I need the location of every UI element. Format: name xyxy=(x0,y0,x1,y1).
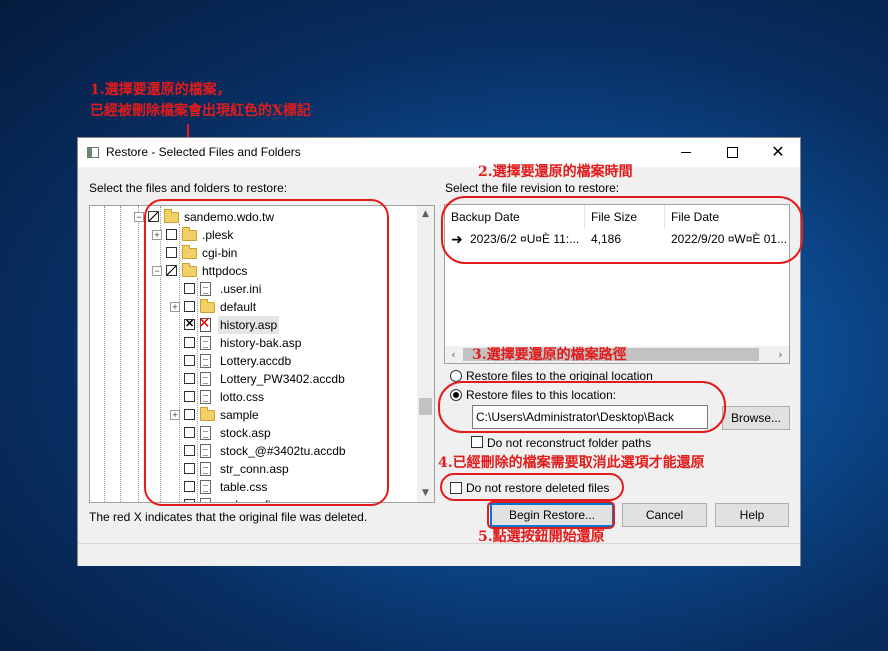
help-button[interactable]: Help xyxy=(715,503,789,527)
scroll-left-icon[interactable]: ‹ xyxy=(445,346,462,363)
cancel-button[interactable]: Cancel xyxy=(622,503,707,527)
collapse-icon[interactable]: − xyxy=(134,212,144,222)
no-reconstruct-label: Do not reconstruct folder paths xyxy=(487,436,652,450)
close-button[interactable]: ✕ xyxy=(755,138,801,167)
maximize-button[interactable] xyxy=(709,138,755,167)
window-title: Restore - Selected Files and Folders xyxy=(106,145,301,159)
files-label: Select the files and folders to restore: xyxy=(89,181,288,195)
annotation-step3: 3.選擇要還原的檔案路徑 xyxy=(472,347,627,363)
annotation-step1-line1: 1.選擇要還原的檔案， xyxy=(90,82,231,98)
scroll-up-icon[interactable]: ▲ xyxy=(417,206,434,223)
scroll-thumb[interactable] xyxy=(419,398,432,415)
no-reconstruct-checkbox[interactable] xyxy=(471,436,483,448)
annotation-step2: 2.選擇要還原的檔案時間 xyxy=(478,164,633,180)
highlight-location xyxy=(438,381,726,433)
scroll-down-icon[interactable]: ▼ xyxy=(417,485,434,502)
status-bar xyxy=(78,543,800,566)
annotation-step4: 4.已經刪除的檔案需要取消此選項才能還原 xyxy=(438,455,705,471)
browse-button[interactable]: Browse... xyxy=(722,406,790,430)
close-icon: ✕ xyxy=(771,142,785,161)
highlight-begin-restore xyxy=(487,501,615,529)
highlight-no-restore-deleted xyxy=(440,473,624,501)
app-icon xyxy=(87,147,99,158)
maximize-icon xyxy=(726,146,738,158)
revision-label: Select the file revision to restore: xyxy=(445,181,620,195)
highlight-revision xyxy=(441,196,803,264)
deleted-footnote: The red X indicates that the original fi… xyxy=(89,510,368,524)
minimize-icon xyxy=(681,151,691,153)
scroll-right-icon[interactable]: › xyxy=(772,346,789,363)
highlight-file-tree xyxy=(144,199,389,506)
annotation-step1-line2: 已經被刪除檔案會出現紅色的X標記 xyxy=(90,103,311,119)
tree-vertical-scrollbar[interactable]: ▲ ▼ xyxy=(417,206,434,502)
annotation-step5: 5.點選按鈕開始還原 xyxy=(478,529,605,545)
minimize-button[interactable] xyxy=(663,138,709,167)
title-bar: Restore - Selected Files and Folders ✕ xyxy=(78,138,800,167)
